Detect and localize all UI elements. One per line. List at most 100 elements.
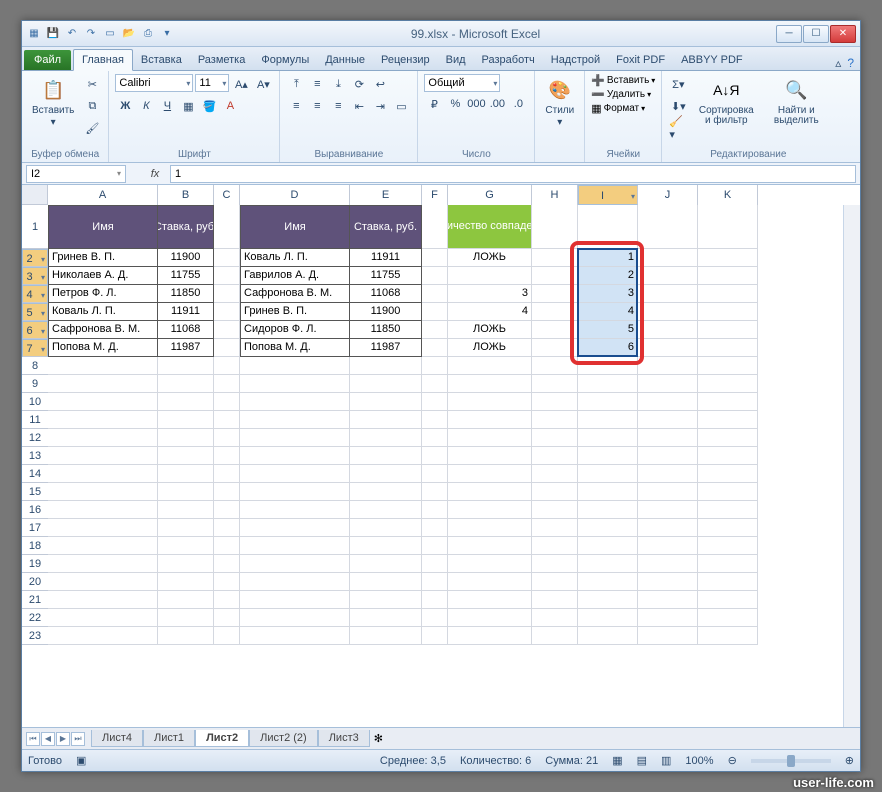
cell-A2[interactable]: Гринев В. П. — [48, 249, 158, 267]
ribbon-tab-0[interactable]: Главная — [73, 49, 133, 71]
clear-icon[interactable]: 🧹▾ — [668, 118, 688, 138]
help-icon[interactable]: ? — [847, 56, 854, 70]
cell-I8[interactable] — [578, 357, 638, 375]
cell-H10[interactable] — [532, 393, 578, 411]
cell-K22[interactable] — [698, 609, 758, 627]
cell-H2[interactable] — [532, 249, 578, 267]
cell-F2[interactable] — [422, 249, 448, 267]
ribbon-tab-1[interactable]: Вставка — [133, 50, 190, 70]
font-size-select[interactable]: 11 — [195, 74, 229, 92]
cell-H3[interactable] — [532, 267, 578, 285]
cell-E8[interactable] — [350, 357, 422, 375]
cell-G2[interactable]: ЛОЖЬ — [448, 249, 532, 267]
cell-K2[interactable] — [698, 249, 758, 267]
cell-B22[interactable] — [158, 609, 214, 627]
cell-D15[interactable] — [240, 483, 350, 501]
cell-G9[interactable] — [448, 375, 532, 393]
col-header-F[interactable]: F — [422, 185, 448, 205]
cell-F21[interactable] — [422, 591, 448, 609]
cell-A13[interactable] — [48, 447, 158, 465]
cell-C4[interactable] — [214, 285, 240, 303]
row-header-16[interactable]: 16 — [22, 501, 48, 519]
indent-inc-icon[interactable]: ⇥ — [370, 96, 390, 116]
row-header-21[interactable]: 21 — [22, 591, 48, 609]
insert-cells-button[interactable]: ➕Вставить▾ — [591, 74, 655, 87]
cell-I1[interactable] — [578, 205, 638, 249]
cell-E6[interactable]: 11850 — [350, 321, 422, 339]
print-icon[interactable]: ⎙ — [140, 26, 156, 42]
cell-C10[interactable] — [214, 393, 240, 411]
cell-K15[interactable] — [698, 483, 758, 501]
zoom-in-button[interactable]: ⊕ — [845, 754, 854, 767]
cell-I14[interactable] — [578, 465, 638, 483]
sort-filter-button[interactable]: A↓Я Сортировка и фильтр — [692, 74, 760, 128]
paste-button[interactable]: 📋 Вставить▾ — [28, 74, 78, 130]
file-tab[interactable]: Файл — [24, 50, 71, 70]
cell-G14[interactable] — [448, 465, 532, 483]
cell-E16[interactable] — [350, 501, 422, 519]
cell-D16[interactable] — [240, 501, 350, 519]
cell-B3[interactable]: 11755 — [158, 267, 214, 285]
cell-E1[interactable]: Ставка, руб. — [350, 205, 422, 249]
align-top-icon[interactable]: ⤒ — [286, 74, 306, 94]
col-header-C[interactable]: C — [214, 185, 240, 205]
cell-D9[interactable] — [240, 375, 350, 393]
cell-G20[interactable] — [448, 573, 532, 591]
cell-G15[interactable] — [448, 483, 532, 501]
cell-E19[interactable] — [350, 555, 422, 573]
cell-K23[interactable] — [698, 627, 758, 645]
worksheet-grid[interactable]: ABCDEFGHIJK 1234567891011121314151617181… — [22, 185, 860, 727]
zoom-level[interactable]: 100% — [685, 755, 713, 767]
find-select-button[interactable]: 🔍 Найти и выделить — [764, 74, 828, 128]
cell-G18[interactable] — [448, 537, 532, 555]
cell-C13[interactable] — [214, 447, 240, 465]
cell-D20[interactable] — [240, 573, 350, 591]
cell-A7[interactable]: Попова М. Д. — [48, 339, 158, 357]
delete-cells-button[interactable]: ➖Удалить▾ — [591, 88, 651, 101]
view-normal-icon[interactable]: ▦ — [612, 754, 622, 767]
cell-H12[interactable] — [532, 429, 578, 447]
cell-H7[interactable] — [532, 339, 578, 357]
cell-E3[interactable]: 11755 — [350, 267, 422, 285]
italic-button[interactable]: К — [136, 96, 156, 116]
underline-button[interactable]: Ч — [157, 96, 177, 116]
name-box[interactable]: I2 — [26, 165, 126, 183]
cell-K19[interactable] — [698, 555, 758, 573]
cell-K9[interactable] — [698, 375, 758, 393]
styles-button[interactable]: 🎨 Стили▾ — [541, 74, 578, 130]
col-header-I[interactable]: I — [578, 185, 638, 205]
cell-B5[interactable]: 11911 — [158, 303, 214, 321]
font-color-icon[interactable]: A — [220, 96, 240, 116]
cell-B6[interactable]: 11068 — [158, 321, 214, 339]
ribbon-tab-4[interactable]: Данные — [317, 50, 373, 70]
cell-I15[interactable] — [578, 483, 638, 501]
row-header-13[interactable]: 13 — [22, 447, 48, 465]
cell-H13[interactable] — [532, 447, 578, 465]
cell-I21[interactable] — [578, 591, 638, 609]
cell-J9[interactable] — [638, 375, 698, 393]
cell-C6[interactable] — [214, 321, 240, 339]
ribbon-tab-6[interactable]: Вид — [438, 50, 474, 70]
cell-D5[interactable]: Гринев В. П. — [240, 303, 350, 321]
cell-A16[interactable] — [48, 501, 158, 519]
percent-icon[interactable]: % — [445, 94, 465, 114]
col-header-A[interactable]: A — [48, 185, 158, 205]
cell-E9[interactable] — [350, 375, 422, 393]
align-right-icon[interactable]: ≡ — [328, 96, 348, 116]
cell-I23[interactable] — [578, 627, 638, 645]
orientation-icon[interactable]: ⟳ — [349, 74, 369, 94]
cell-B20[interactable] — [158, 573, 214, 591]
cell-D12[interactable] — [240, 429, 350, 447]
cell-E10[interactable] — [350, 393, 422, 411]
cell-G12[interactable] — [448, 429, 532, 447]
cell-C1[interactable] — [214, 205, 240, 249]
align-bottom-icon[interactable]: ⤓ — [328, 74, 348, 94]
cell-C14[interactable] — [214, 465, 240, 483]
cell-F5[interactable] — [422, 303, 448, 321]
cell-K21[interactable] — [698, 591, 758, 609]
cell-J10[interactable] — [638, 393, 698, 411]
sheet-nav-prev-icon[interactable]: ◀ — [41, 732, 55, 746]
ribbon-tab-9[interactable]: Foxit PDF — [608, 50, 673, 70]
macro-record-icon[interactable]: ▣ — [76, 754, 86, 767]
open-icon[interactable]: 📂 — [121, 26, 137, 42]
